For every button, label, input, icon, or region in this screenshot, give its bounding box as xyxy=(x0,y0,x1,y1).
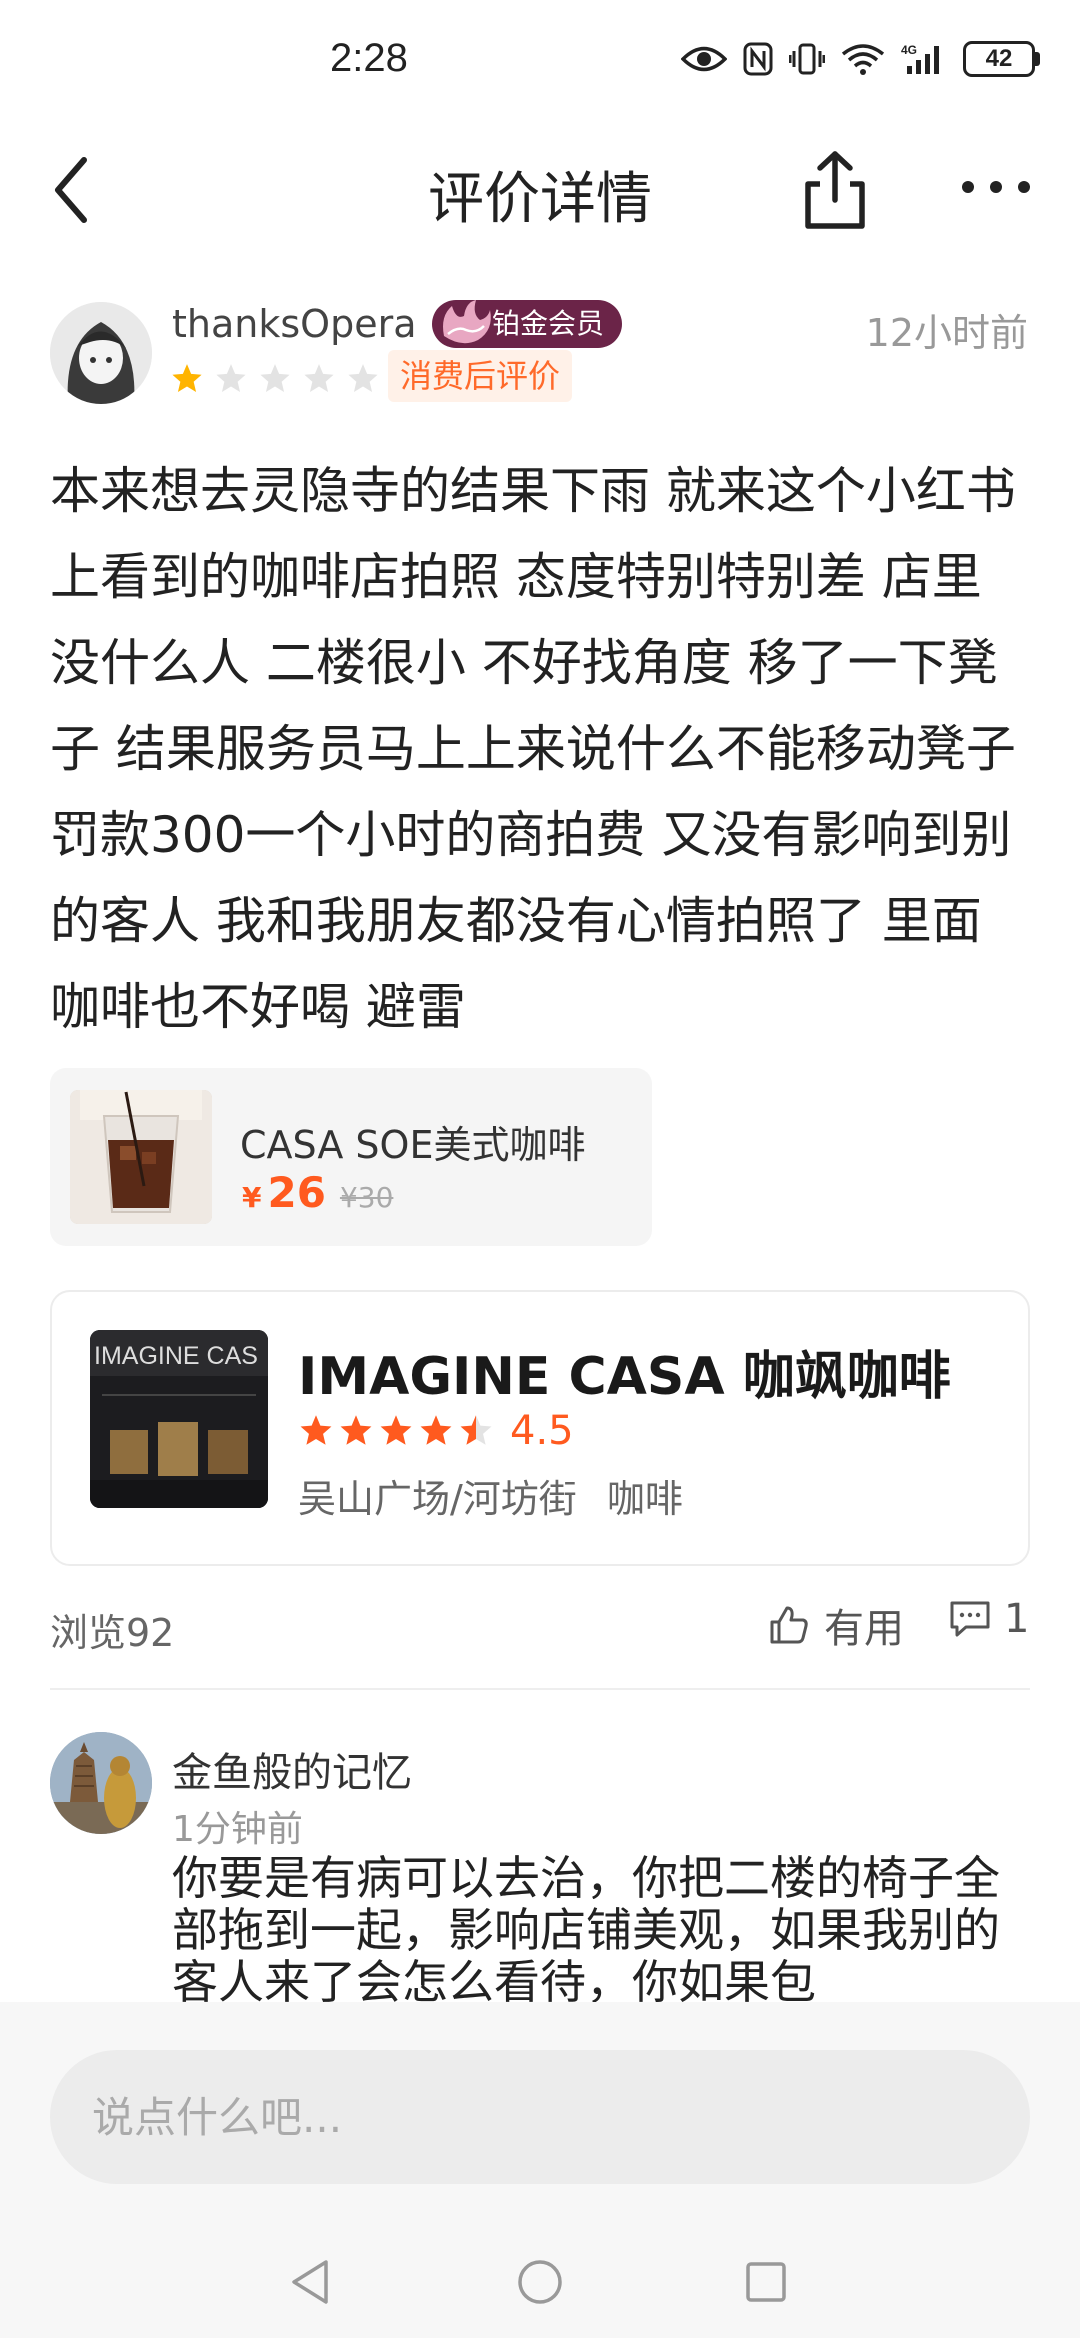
shop-star-icon xyxy=(300,1415,332,1445)
shop-star-icon xyxy=(380,1415,412,1445)
rating-star-icon xyxy=(304,364,334,393)
comment-input[interactable] xyxy=(50,2050,1030,2184)
product-card[interactable]: CASA SOE美式咖啡 ¥ 26 ¥30 xyxy=(50,1068,652,1246)
review-time: 12小时前 xyxy=(865,311,1028,355)
member-crown-icon xyxy=(443,300,491,344)
system-nav-bar xyxy=(0,2230,1080,2338)
product-price: ¥ 26 ¥30 xyxy=(242,1168,393,1217)
review-text: 本来想去灵隐寺的结果下雨 就来这个小红书上看到的咖啡店拍照 态度特别特别差 店里… xyxy=(50,462,1016,1036)
rating-star-icon xyxy=(172,364,202,393)
shop-rating-score: 4.5 xyxy=(510,1408,574,1454)
comment-count: 1 xyxy=(1004,1596,1030,1642)
product-name: CASA SOE美式咖啡 xyxy=(240,1123,586,1167)
share-icon[interactable] xyxy=(790,144,880,234)
comment-body: 你要是有病可以去治，你把二楼的椅子全部拖到一起，影响店铺美观，如果我别的客人来了… xyxy=(172,1852,1032,2002)
divider xyxy=(50,1688,1030,1690)
shop-location: 吴山广场/河坊街 咖啡 xyxy=(298,1468,683,1523)
commenter-name[interactable]: 金鱼般的记忆 xyxy=(172,1740,412,1798)
more-icon[interactable] xyxy=(956,172,1036,202)
shop-name: IMAGINE CASA 咖飒咖啡 xyxy=(298,1347,951,1407)
battery-level: 42 xyxy=(963,41,1035,77)
wifi-icon xyxy=(841,44,885,75)
shop-star-icon xyxy=(460,1415,492,1445)
useful-label: 有用 xyxy=(824,1606,904,1652)
status-time: 2:28 xyxy=(330,36,408,80)
shop-star-icon xyxy=(420,1415,452,1445)
shop-rating: 4.5 xyxy=(298,1408,574,1454)
status-icons: 4G 42 xyxy=(681,34,1040,84)
product-image xyxy=(70,1090,212,1224)
price-currency: ¥ xyxy=(242,1181,262,1214)
thumbs-up-icon xyxy=(770,1606,808,1644)
rating-star-icon xyxy=(216,364,246,393)
status-bar: 2:28 4G 42 xyxy=(0,0,1080,120)
comment-count-button[interactable]: 1 xyxy=(948,1596,1029,1642)
svg-text:4G: 4G xyxy=(901,43,917,57)
shop-image: IMAGINE CAS xyxy=(90,1330,268,1508)
price-value: 26 xyxy=(267,1168,326,1217)
comment-time: 1分钟前 xyxy=(172,1809,303,1850)
review-rating xyxy=(170,362,380,396)
rating-star-icon xyxy=(260,364,290,393)
vibrate-icon xyxy=(789,43,825,75)
shop-area: 吴山广场/河坊街 xyxy=(298,1477,577,1521)
page-title: 评价详情 xyxy=(428,167,652,232)
battery-icon: 42 xyxy=(963,41,1040,77)
after-consumption-tag: 消费后评价 xyxy=(388,350,573,402)
reviewer-avatar[interactable] xyxy=(50,302,152,404)
comment-text: 你要是有病可以去治，你把二楼的椅子全部拖到一起，影响店铺美观，如果我别的客人来了… xyxy=(172,1852,1000,2002)
nav-recents-icon[interactable] xyxy=(736,2252,796,2312)
member-badge: 铂金会员 xyxy=(432,300,623,348)
comment-icon xyxy=(950,1601,990,1637)
rating-star-icon xyxy=(348,364,378,393)
shop-sign-text: IMAGINE CAS xyxy=(94,1342,258,1370)
nfc-icon xyxy=(743,42,773,76)
shop-star-icon xyxy=(340,1415,372,1445)
original-price: ¥30 xyxy=(339,1181,394,1214)
signal-4g-icon: 4G xyxy=(901,43,939,74)
useful-button[interactable]: 有用 xyxy=(768,1596,904,1654)
shop-card[interactable]: IMAGINE CAS IMAGINE CASA 咖飒咖啡 4.5 吴山广场/河… xyxy=(50,1290,1030,1566)
reviewer-username[interactable]: thanksOpera xyxy=(172,302,416,346)
nav-home-icon[interactable] xyxy=(510,2252,570,2312)
shop-category: 咖啡 xyxy=(606,1477,683,1521)
nav-back-icon[interactable] xyxy=(282,2252,342,2312)
page-header: 评价详情 xyxy=(0,120,1080,256)
member-badge-label: 铂金会员 xyxy=(492,307,605,340)
eye-icon xyxy=(681,46,727,72)
commenter-avatar[interactable] xyxy=(50,1732,152,1834)
view-count: 浏览92 xyxy=(50,1611,175,1655)
shop-rating-stars xyxy=(298,1413,494,1449)
